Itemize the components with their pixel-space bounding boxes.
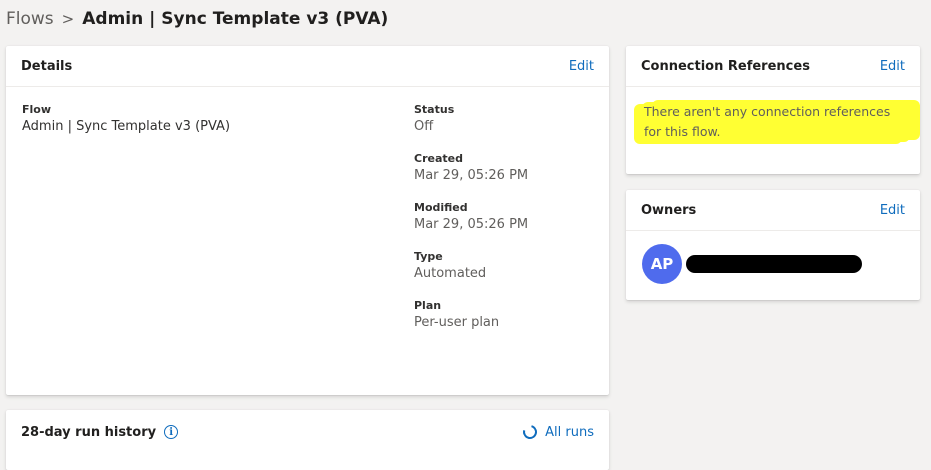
owners-title: Owners <box>641 202 697 218</box>
owner-avatar: AP <box>642 244 682 284</box>
details-header: Details Edit <box>6 46 609 87</box>
breadcrumb-chevron-icon: > <box>61 10 75 28</box>
created-label: Created <box>414 152 463 165</box>
run-history-title-group: 28-day run history i <box>21 424 179 440</box>
redacted-owner-name <box>686 255 862 273</box>
owners-edit-button[interactable]: Edit <box>880 203 905 218</box>
run-history-header: 28-day run history i All runs <box>6 410 609 454</box>
status-label: Status <box>414 103 455 116</box>
all-runs-label: All runs <box>545 424 594 440</box>
breadcrumb: Flows > Admin | Sync Template v3 (PVA) <box>6 6 388 32</box>
refresh-icon <box>520 422 540 442</box>
details-card: Details Edit Flow Admin | Sync Template … <box>6 46 609 395</box>
type-value: Automated <box>414 266 487 281</box>
status-value: Off <box>414 119 434 134</box>
connection-references-title: Connection References <box>641 58 810 74</box>
flow-label: Flow <box>22 103 52 116</box>
details-right-column: Status Off Created Mar 29, 05:26 PM Modi… <box>414 102 528 347</box>
modified-value: Mar 29, 05:26 PM <box>414 217 529 232</box>
plan-field: Plan Per-user plan <box>414 298 528 333</box>
connection-references-empty-message: There aren't any connection references f… <box>642 102 910 142</box>
details-edit-button[interactable]: Edit <box>569 59 594 74</box>
type-label: Type <box>414 250 443 263</box>
plan-label: Plan <box>414 299 442 312</box>
connection-references-edit-button[interactable]: Edit <box>880 59 905 74</box>
breadcrumb-flows-link[interactable]: Flows <box>6 9 54 29</box>
created-value: Mar 29, 05:26 PM <box>414 168 529 183</box>
run-history-title: 28-day run history <box>21 424 157 440</box>
connection-references-header: Connection References Edit <box>626 46 920 87</box>
info-icon[interactable]: i <box>164 425 179 439</box>
details-title: Details <box>21 58 73 74</box>
owner-item: AP <box>642 244 862 284</box>
owners-card: Owners Edit AP <box>626 190 920 300</box>
page-title: Admin | Sync Template v3 (PVA) <box>82 9 389 29</box>
modified-field: Modified Mar 29, 05:26 PM <box>414 200 528 235</box>
plan-value: Per-user plan <box>414 315 500 330</box>
status-field: Status Off <box>414 102 528 137</box>
modified-label: Modified <box>414 201 468 214</box>
type-field: Type Automated <box>414 249 528 284</box>
flow-value: Admin | Sync Template v3 (PVA) <box>22 119 231 134</box>
flow-field: Flow Admin | Sync Template v3 (PVA) <box>22 102 230 137</box>
connection-references-card: Connection References Edit There aren't … <box>626 46 920 174</box>
owners-header: Owners Edit <box>626 190 920 231</box>
run-history-card: 28-day run history i All runs <box>6 410 609 470</box>
all-runs-button[interactable]: All runs <box>520 422 594 442</box>
created-field: Created Mar 29, 05:26 PM <box>414 151 528 186</box>
details-left-column: Flow Admin | Sync Template v3 (PVA) <box>22 102 230 151</box>
